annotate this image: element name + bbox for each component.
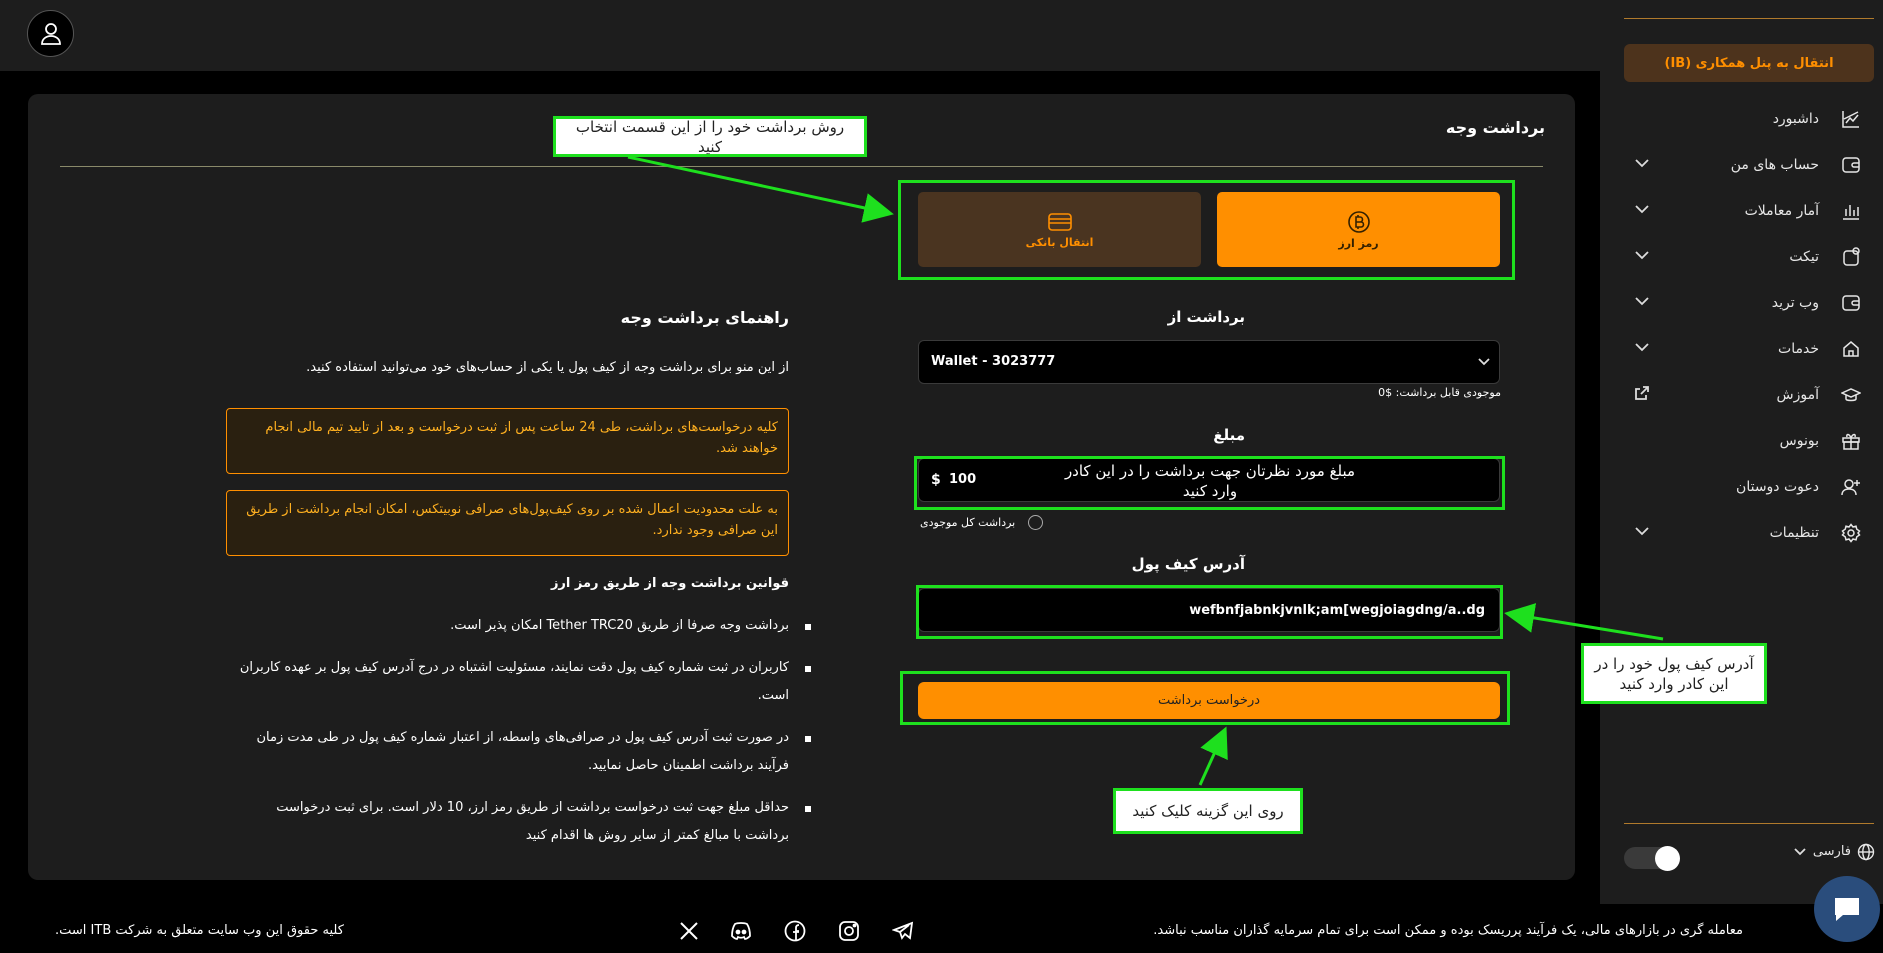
wallet-address-label: آدرس کیف پول	[1131, 555, 1245, 573]
footer: کلیه حقوق این وب سایت متعلق به شرکت ITB …	[0, 904, 1883, 953]
divider	[1624, 823, 1874, 824]
from-label: برداشت از	[1167, 308, 1245, 326]
bullet	[805, 806, 811, 812]
chevron-down-icon	[1635, 159, 1649, 168]
web-trade-icon	[1842, 295, 1860, 311]
language-label: فارسی	[1812, 844, 1851, 859]
withdraw-all-label: برداشت کل موجودی	[920, 516, 1016, 529]
chevron-down-icon	[1635, 343, 1649, 352]
rule-item: کاربران در ثبت شماره کیف پول دقت نمایند،…	[234, 654, 811, 710]
sidebar-item-settings[interactable]: تنظیمات	[1624, 519, 1874, 549]
divider	[60, 166, 1543, 167]
chat-button[interactable]	[1814, 876, 1880, 942]
gear-icon	[1841, 523, 1861, 543]
sidebar-item-web-trade[interactable]: وب ترید	[1624, 289, 1874, 319]
language-selector[interactable]: فارسی	[1793, 843, 1875, 863]
chevron-down-icon	[1635, 251, 1649, 260]
method-hint-callout: روش برداشت خود را از این قسمت انتخاب کنی…	[553, 116, 867, 157]
sidebar-item-ticket[interactable]: تیکت	[1624, 243, 1874, 273]
rule-item: در صورت ثبت آدرس کیف پول در صرافی‌های وا…	[234, 724, 811, 780]
copyright-text: کلیه حقوق این وب سایت متعلق به شرکت ITB …	[55, 923, 344, 938]
rules-title: قوانین برداشت وجه از طریق رمز ارز	[550, 576, 789, 591]
sidebar: انتقال به پنل همکاری (IB) داشبورد حساب ه…	[1600, 0, 1883, 953]
telegram-icon[interactable]	[892, 920, 914, 942]
guide-title: راهنمای برداشت وجه	[620, 308, 789, 327]
education-icon	[1841, 388, 1861, 402]
highlight-submit-button	[900, 671, 1510, 725]
highlight-address-input	[916, 585, 1503, 639]
wallet-icon	[1842, 157, 1860, 173]
theme-toggle[interactable]	[1624, 846, 1680, 871]
rule-item: حداقل مبلغ جهت ثبت درخواست برداشت از طری…	[234, 794, 811, 850]
user-avatar-button[interactable]	[27, 10, 74, 57]
radio-circle[interactable]	[1028, 515, 1043, 530]
guide-intro: از این منو برای برداشت وجه از کیف پول یا…	[306, 360, 789, 375]
x-icon[interactable]	[678, 920, 700, 942]
facebook-icon[interactable]	[784, 920, 806, 942]
sidebar-item-services[interactable]: خدمات	[1624, 335, 1874, 365]
page-title: برداشت وجه	[1445, 118, 1545, 137]
amount-label: مبلغ	[1213, 426, 1245, 444]
discord-icon[interactable]	[730, 920, 752, 942]
sidebar-item-bonus[interactable]: بونوس	[1624, 427, 1874, 457]
toggle-knob[interactable]	[1655, 846, 1680, 871]
sidebar-item-education[interactable]: آموزش	[1624, 381, 1874, 411]
chart-icon	[1842, 111, 1859, 128]
sidebar-item-my-accounts[interactable]: حساب های من	[1624, 151, 1874, 181]
chevron-down-icon	[1794, 848, 1806, 856]
ib-panel-button[interactable]: انتقال به پنل همکاری (IB)	[1624, 44, 1874, 82]
sidebar-item-trade-stats[interactable]: آمار معاملات	[1624, 197, 1874, 227]
bullet	[805, 666, 811, 672]
wallet-select-value: Wallet - 3023777	[931, 354, 1056, 369]
user-icon	[40, 22, 61, 45]
bullet	[805, 624, 811, 630]
ticket-icon	[1843, 247, 1860, 266]
globe-icon	[1857, 843, 1875, 861]
wallet-select[interactable]: Wallet - 3023777	[918, 340, 1500, 384]
top-bar	[0, 0, 1600, 71]
bullet	[805, 736, 811, 742]
chat-icon	[1835, 898, 1859, 921]
risk-disclaimer: معامله گری در بازارهای مالی، یک فرآیند پ…	[1153, 923, 1743, 938]
chevron-down-icon	[1635, 205, 1649, 214]
divider	[1624, 18, 1874, 19]
available-balance: موجودی قابل برداشت: $0	[1378, 386, 1501, 399]
gift-icon	[1842, 433, 1860, 450]
submit-hint-callout: روی این گزینه کلیک کنید	[1113, 788, 1303, 834]
invite-user-icon	[1841, 479, 1860, 496]
chevron-down-icon	[1635, 527, 1649, 536]
instagram-icon[interactable]	[838, 920, 860, 942]
sidebar-item-dashboard[interactable]: داشبورد	[1624, 105, 1874, 135]
rule-item: برداشت وجه صرفا از طریق Tether TRC20 امک…	[234, 612, 811, 640]
bar-chart-icon	[1843, 205, 1859, 220]
chevron-down-icon	[1478, 358, 1490, 366]
amount-hint-callout: مبلغ مورد نظرتان جهت برداشت را در این کا…	[1040, 462, 1380, 500]
address-hint-callout: آدرس کیف پول خود را در این کادر وارد کنی…	[1581, 643, 1767, 704]
notice-box: به علت محدودیت اعمال شده بر روی کیف‌پول‌…	[226, 490, 789, 556]
highlight-method-selector	[898, 180, 1515, 280]
sidebar-item-invite-friends[interactable]: دعوت دوستان	[1624, 473, 1874, 503]
notice-box: کلیه درخواست‌های برداشت، طی 24 ساعت پس ا…	[226, 408, 789, 474]
services-icon	[1843, 341, 1859, 357]
chevron-down-icon	[1635, 297, 1649, 306]
external-link-icon	[1635, 386, 1649, 400]
